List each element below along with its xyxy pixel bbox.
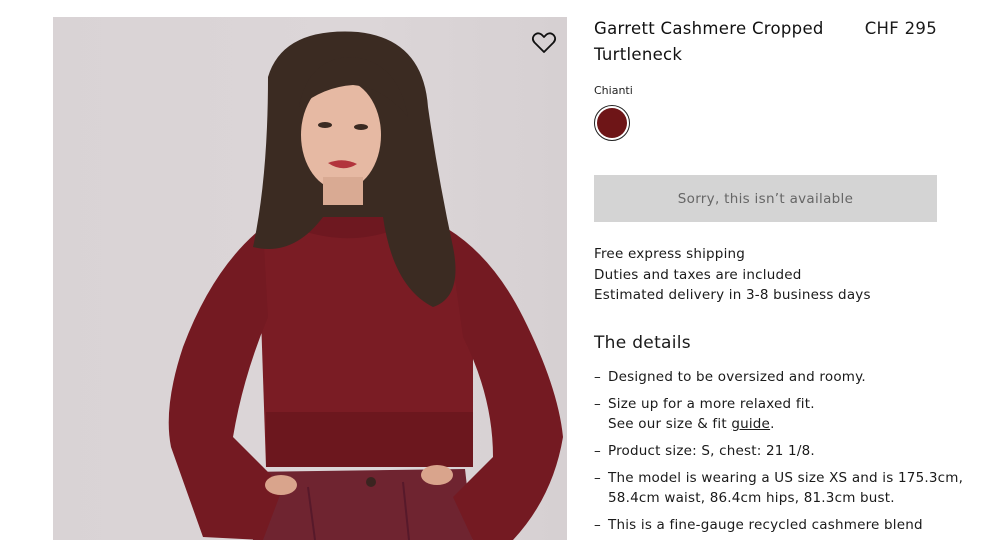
product-title: Garrett Cashmere Cropped Turtleneck xyxy=(594,19,824,64)
detail-text: Designed to be oversized and roomy. xyxy=(608,368,866,385)
product-price: CHF 295 xyxy=(864,19,937,38)
shipping-info: Free express shipping Duties and taxes a… xyxy=(594,244,937,306)
details-list: Designed to be oversized and roomy. Size… xyxy=(594,367,963,535)
swatch-fill xyxy=(597,108,627,138)
heart-outline-icon[interactable] xyxy=(531,31,557,55)
detail-item: Size up for a more relaxed fit. See our … xyxy=(594,394,937,434)
shipping-line: Free express shipping xyxy=(594,246,746,262)
detail-item: The model is wearing a US size XS and is… xyxy=(594,468,963,508)
detail-text: See our size & fit xyxy=(608,415,732,432)
shipping-line: Duties and taxes are included xyxy=(594,266,802,283)
detail-text: Product size: S, chest: 21 1/8. xyxy=(608,442,815,459)
model-illustration xyxy=(168,31,563,540)
detail-text: The model is wearing a US size XS and is… xyxy=(608,469,964,486)
detail-text: This is a fine-gauge recycled cashmere b… xyxy=(608,516,923,533)
title-row: Garrett Cashmere Cropped Turtleneck CHF … xyxy=(594,16,937,70)
detail-text: 58.4cm waist, 86.4cm hips, 81.3cm bust. xyxy=(608,489,895,506)
size-guide-link[interactable]: guide xyxy=(731,416,770,432)
unavailable-button[interactable]: Sorry, this isn’t available xyxy=(594,175,937,222)
product-image[interactable] xyxy=(53,17,567,540)
detail-item: This is a fine-gauge recycled cashmere b… xyxy=(594,515,937,535)
color-name: Chianti xyxy=(594,84,633,97)
product-info: Garrett Cashmere Cropped Turtleneck CHF … xyxy=(594,16,963,542)
color-swatch-chianti[interactable] xyxy=(594,105,630,141)
detail-text: . xyxy=(770,415,775,432)
details-heading: The details xyxy=(594,332,691,353)
detail-item: Product size: S, chest: 21 1/8. xyxy=(594,441,937,461)
detail-text: Size up for a more relaxed fit. xyxy=(608,395,815,412)
shipping-line: Estimated delivery in 3-8 business days xyxy=(594,287,871,303)
detail-item: Designed to be oversized and roomy. xyxy=(594,367,937,387)
